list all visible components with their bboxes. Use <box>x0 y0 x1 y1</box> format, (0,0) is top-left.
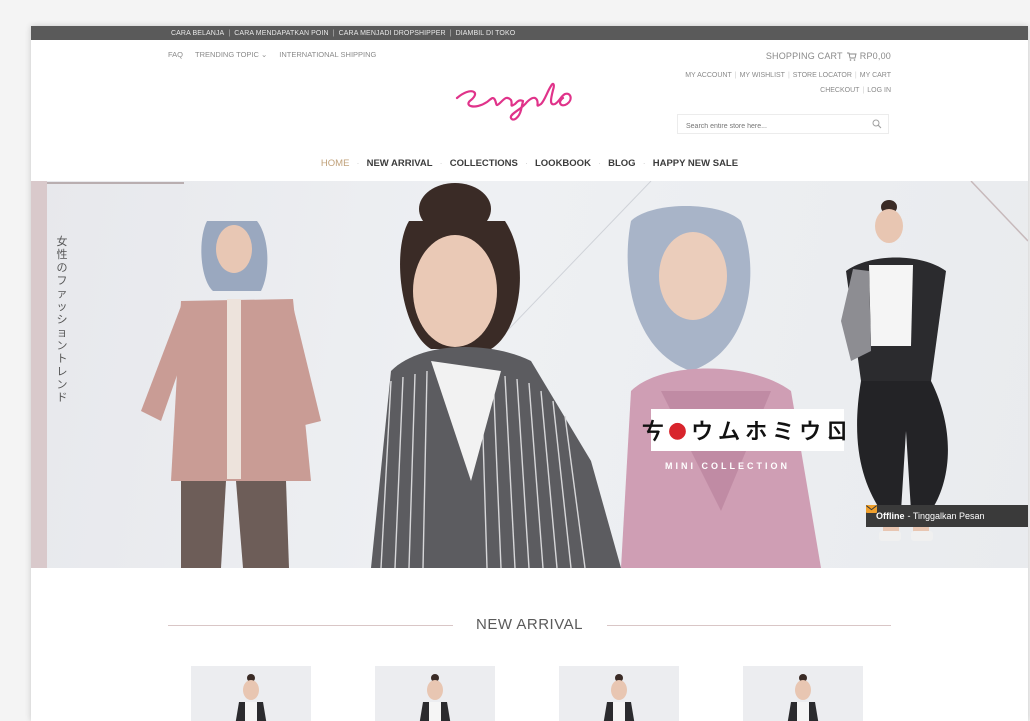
envelope-icon <box>866 505 877 513</box>
link-separator: | <box>862 87 865 94</box>
hero-banner[interactable]: 女性のファッショントレンド ㄘ ● ウ ム ホ ミ ウ ㄖ MINI COLLE… <box>31 181 1028 568</box>
link-separator: | <box>734 72 737 79</box>
chat-status: Offline <box>876 511 905 521</box>
topbar-separator: | <box>449 29 452 37</box>
model-figure-4 <box>841 200 948 541</box>
nav-separator: · <box>642 158 646 169</box>
link-separator: | <box>854 72 857 79</box>
nav-item-home[interactable]: HOME <box>321 158 350 169</box>
faq-link[interactable]: FAQ <box>168 50 183 59</box>
top-info-bar: CARA BELANJA | CARA MENDAPATKAN POIN | C… <box>31 26 1028 40</box>
my-wishlist-link[interactable]: MY WISHLIST <box>740 72 785 79</box>
checkout-link[interactable]: CHECKOUT <box>820 87 859 94</box>
new-arrival-heading: NEW ARRIVAL <box>31 614 1028 634</box>
nav-item-collections[interactable]: COLLECTIONS <box>450 158 518 169</box>
brand-char-3: ム <box>718 420 746 445</box>
live-chat-widget[interactable]: Offline - Tinggalkan Pesan <box>866 505 1028 527</box>
site-logo[interactable] <box>451 66 611 126</box>
nav-item-blog[interactable]: BLOG <box>608 158 635 169</box>
product-card[interactable] <box>191 666 311 721</box>
topbar-link-dropshipper[interactable]: CARA MENJADI DROPSHIPPER <box>339 30 446 37</box>
nav-item-new-arrival[interactable]: NEW ARRIVAL <box>367 158 433 169</box>
product-thumbnail-icon <box>235 674 267 721</box>
topbar-link-cara-belanja[interactable]: CARA BELANJA <box>171 30 224 37</box>
product-card[interactable] <box>743 666 863 721</box>
model-figure-2 <box>371 183 621 568</box>
main-navigation: HOME · NEW ARRIVAL · COLLECTIONS · LOOKBOOK · BL… <box>31 158 1028 169</box>
search-box <box>677 114 889 137</box>
chat-message: - Tinggalkan Pesan <box>907 511 985 521</box>
my-cart-link[interactable]: MY CART <box>860 72 891 79</box>
topbar-link-diambil-di-toko[interactable]: DIAMBIL DI TOKO <box>456 30 516 37</box>
cart-icon <box>846 52 857 61</box>
header-left-links: FAQ TRENDING TOPIC ⌄ INTERNATIONAL SHIPP… <box>168 50 388 59</box>
trending-topic-dropdown[interactable]: TRENDING TOPIC ⌄ <box>195 50 267 59</box>
topbar-separator: | <box>228 29 231 37</box>
brand-red-dot: ● <box>667 417 693 443</box>
section-title: NEW ARRIVAL <box>476 616 583 633</box>
nav-item-lookbook[interactable]: LOOKBOOK <box>535 158 591 169</box>
cart-amount: RP0,00 <box>859 51 891 61</box>
topbar-separator: | <box>332 29 335 37</box>
nav-separator: · <box>597 158 602 169</box>
product-grid <box>31 666 1028 721</box>
search-icon[interactable] <box>872 119 882 129</box>
brand-char-1: ㄘ <box>641 420 669 445</box>
link-separator: | <box>787 72 790 79</box>
product-thumbnail-icon <box>787 674 819 721</box>
product-card[interactable] <box>375 666 495 721</box>
brand-char-2: ウ <box>691 420 719 445</box>
topbar-link-cara-poin[interactable]: CARA MENDAPATKAN POIN <box>234 30 328 37</box>
site-header: FAQ TRENDING TOPIC ⌄ INTERNATIONAL SHIPP… <box>31 40 1028 180</box>
nav-item-happy-new-sale[interactable]: HAPPY NEW SALE <box>653 158 738 169</box>
japanese-vertical-text: 女性のファッショントレンド <box>56 235 68 404</box>
shopping-cart-summary[interactable]: SHOPPING CART RP0,00 <box>766 51 891 61</box>
my-account-link[interactable]: MY ACCOUNT <box>685 72 732 79</box>
top-info-links: CARA BELANJA | CARA MENDAPATKAN POIN | C… <box>171 30 515 37</box>
product-card[interactable] <box>559 666 679 721</box>
international-shipping-link[interactable]: INTERNATIONAL SHIPPING <box>279 50 376 59</box>
brand-char-4: ホ <box>745 420 773 445</box>
nav-separator: · <box>524 158 528 169</box>
store-page: CARA BELANJA | CARA MENDAPATKAN POIN | C… <box>31 26 1028 721</box>
account-links: MY ACCOUNT | MY WISHLIST | STORE LOCATOR | MY … <box>641 68 891 98</box>
model-figure-1 <box>141 221 321 568</box>
nav-separator: · <box>439 158 443 169</box>
product-thumbnail-icon <box>603 674 635 721</box>
brand-char-6: ウ <box>799 420 827 445</box>
search-input[interactable] <box>684 116 868 137</box>
model-figure-3 <box>621 206 821 568</box>
brand-char-5: ミ <box>772 420 800 445</box>
nav-separator: · <box>356 158 360 169</box>
store-locator-link[interactable]: STORE LOCATOR <box>793 72 852 79</box>
logo-icon <box>455 82 572 121</box>
mini-collection-subtitle: MINI COLLECTION <box>665 461 790 471</box>
product-thumbnail-icon <box>419 674 451 721</box>
log-in-link[interactable]: LOG IN <box>867 87 891 94</box>
cart-label: SHOPPING CART <box>765 51 843 61</box>
brand-char-7: ㄖ <box>826 420 854 445</box>
collection-brand-logo[interactable]: ㄘ ● ウ ム ホ ミ ウ ㄖ <box>642 409 848 451</box>
